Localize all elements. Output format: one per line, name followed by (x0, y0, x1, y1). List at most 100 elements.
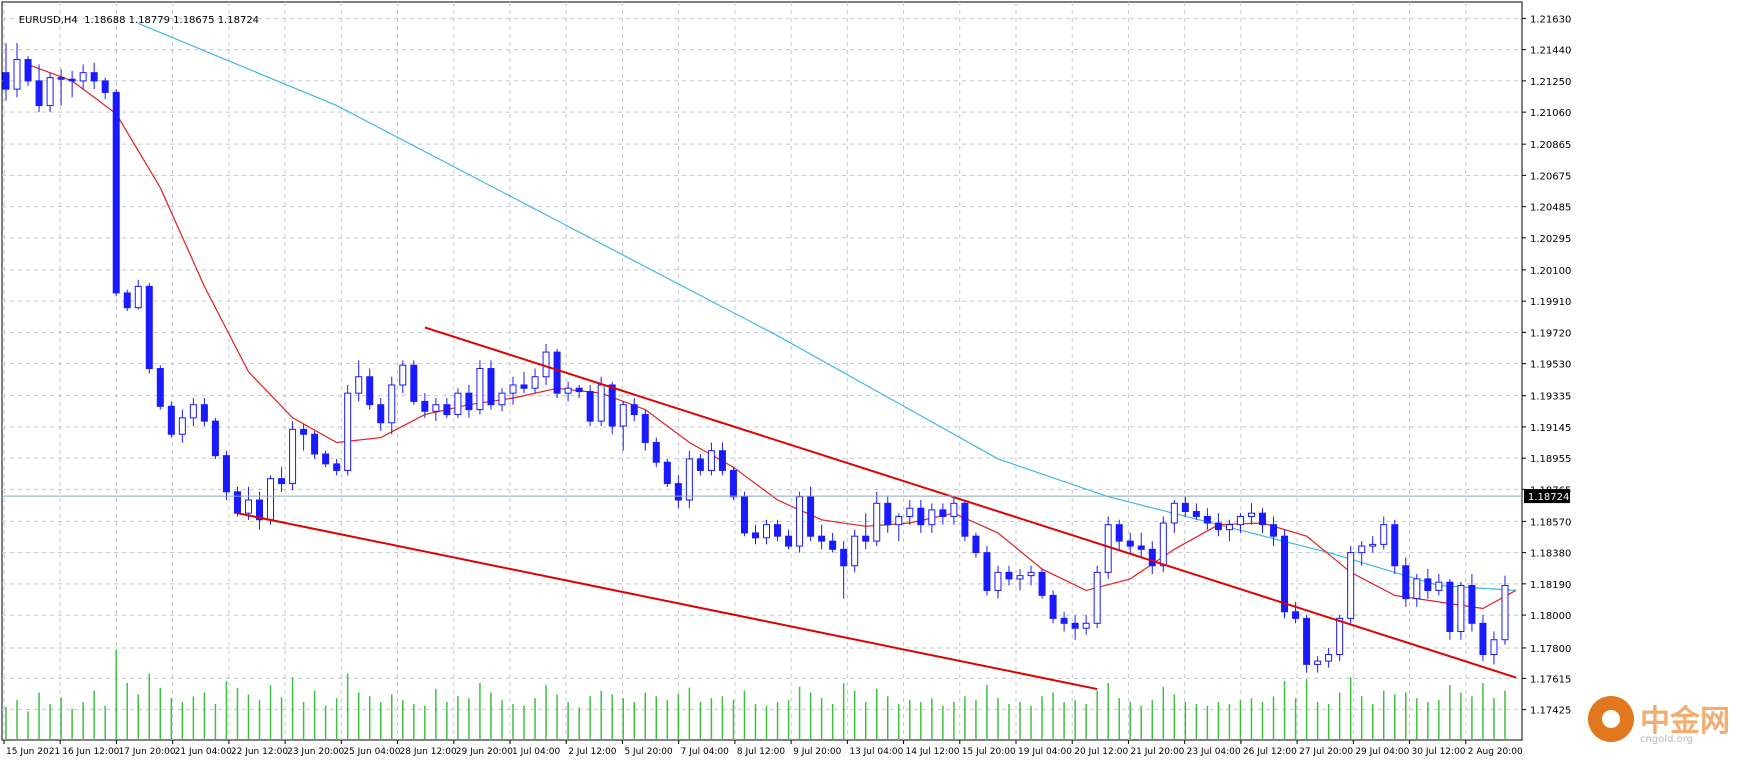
x-tick-label: 29 Jul 04:00 (1355, 747, 1409, 757)
y-tick-label: 1.18380 (1530, 549, 1571, 560)
candle-body (1446, 581, 1454, 633)
candle-body (1247, 512, 1255, 517)
y-tick-label: 1.19335 (1530, 392, 1571, 403)
candle-body (619, 404, 627, 427)
candle-body (1126, 540, 1134, 547)
candle-body (1402, 565, 1410, 600)
candle-body (24, 59, 32, 82)
x-tick-label: 27 Jul 20:00 (1299, 747, 1353, 757)
candle-body (1490, 639, 1498, 656)
candle-body (1435, 581, 1443, 591)
y-tick-label: 1.17615 (1530, 674, 1571, 685)
candle-body (1303, 617, 1311, 665)
candle-body (1501, 584, 1509, 641)
candle-body (46, 77, 54, 107)
candle-body (939, 509, 947, 517)
candle-body (641, 414, 649, 443)
candle-body (553, 351, 561, 394)
y-tick-label: 1.21250 (1530, 77, 1571, 88)
candle-body (884, 502, 892, 526)
candle-body (1369, 543, 1377, 547)
candle-body (895, 515, 903, 526)
candle-body (509, 384, 517, 394)
candle-body (1380, 524, 1388, 545)
candle-body (68, 78, 76, 82)
candle-body (1424, 578, 1432, 591)
candle-body (1468, 584, 1476, 624)
candle-body (597, 384, 605, 422)
candle-body (278, 478, 286, 485)
chart-header: EURUSD,H4 1.18688 1.18779 1.18675 1.1872… (6, 4, 259, 37)
candle-body (520, 384, 528, 389)
x-tick-label: 14 Jul 12:00 (906, 747, 960, 757)
candle-body (443, 404, 451, 416)
candle-body (333, 463, 341, 471)
current-price-label: 1.18724 (1528, 492, 1569, 503)
x-tick-label: 23 Jun 20:00 (287, 747, 344, 757)
candle-body (1071, 622, 1079, 629)
candle-body (112, 91, 120, 294)
candle-body (1192, 511, 1200, 517)
candle-body (696, 458, 704, 471)
candle-body (134, 285, 142, 309)
x-tick-label: 17 Jun 20:00 (118, 747, 175, 757)
candle-body (344, 392, 352, 471)
candle-body (1148, 548, 1156, 567)
y-tick-label: 1.19910 (1530, 297, 1571, 308)
price-chart[interactable]: 1.21630 1.21440 1.21250 1.21060 1.20865 1.206… (0, 0, 1742, 764)
x-tick-label: 16 Jun 12:00 (62, 747, 119, 757)
candle-body (211, 420, 219, 457)
candle-body (355, 376, 363, 394)
candle-body (13, 59, 21, 90)
candle-body (994, 571, 1002, 591)
candle-body (862, 535, 870, 542)
candle-body (233, 491, 241, 514)
x-tick-label: 19 Jul 04:00 (1018, 747, 1072, 757)
candle-body (1016, 575, 1024, 580)
candle-body (388, 384, 396, 424)
y-tick-label: 1.21440 (1530, 46, 1571, 57)
y-tick-label: 1.20675 (1530, 171, 1571, 182)
y-tick-label: 1.18000 (1530, 611, 1571, 622)
coin-logo-icon (1588, 696, 1634, 742)
y-tick-label: 1.20295 (1530, 234, 1571, 245)
candle-body (586, 391, 594, 422)
candle-body (1314, 660, 1322, 665)
symbol-label: EURUSD,H4 (18, 15, 78, 26)
candle-body (983, 552, 991, 591)
y-tick-label: 1.19720 (1530, 328, 1571, 339)
candle-body (1005, 571, 1013, 580)
candle-body (145, 285, 153, 370)
candle-body (1104, 524, 1112, 573)
candle-body (57, 77, 65, 80)
x-tick-label: 28 Jun 12:00 (400, 747, 457, 757)
candle-body (906, 507, 914, 517)
candle-body (531, 376, 539, 389)
candle-body (1225, 524, 1233, 531)
y-tick-label: 1.21630 (1530, 14, 1571, 25)
candle-body (718, 450, 726, 471)
y-tick-label: 1.18955 (1530, 454, 1571, 465)
y-tick-label: 1.18570 (1530, 517, 1571, 528)
candle-body (663, 461, 671, 485)
candle-body (244, 499, 252, 514)
x-tick-label: 21 Jun 04:00 (175, 747, 232, 757)
candle-body (2, 72, 10, 90)
candle-body (399, 364, 407, 386)
candle-body (652, 441, 660, 463)
candle-body (751, 532, 759, 539)
x-tick-label: 9 Jul 20:00 (793, 747, 842, 757)
x-tick-label: 25 Jun 04:00 (343, 747, 400, 757)
x-tick-label: 23 Jul 04:00 (1187, 747, 1241, 757)
candle-body (487, 368, 495, 406)
candle-body (685, 458, 693, 501)
y-tick-label: 1.20485 (1530, 203, 1571, 214)
candle-body (476, 368, 484, 411)
candle-body (1258, 512, 1266, 526)
candle-body (1181, 502, 1189, 513)
x-tick-label: 30 Jul 12:00 (1412, 747, 1466, 757)
candle-body (785, 535, 793, 547)
candle-body (630, 404, 638, 416)
candle-body (1413, 578, 1421, 600)
candle-body (79, 72, 87, 82)
